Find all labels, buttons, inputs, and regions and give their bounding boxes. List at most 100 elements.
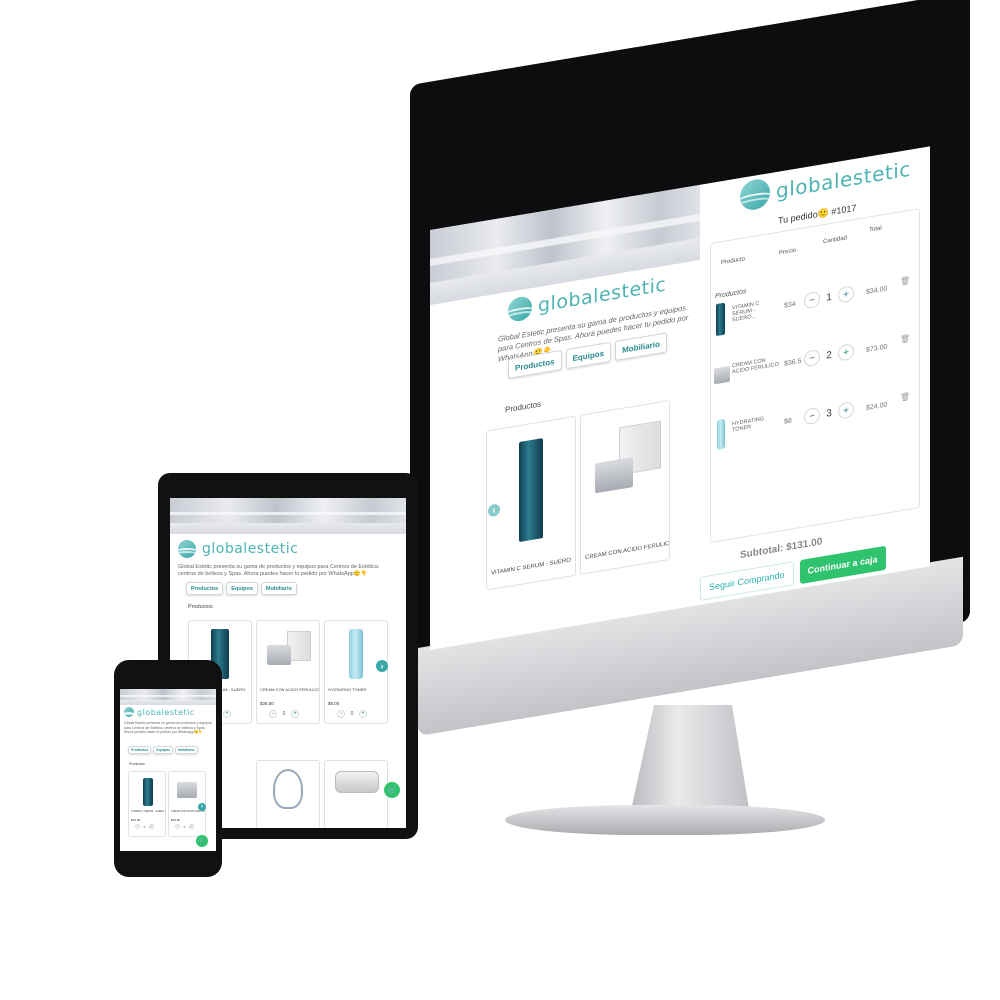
increase-button[interactable]: + — [223, 710, 231, 718]
col-header-producto: Producto — [721, 256, 746, 267]
product-name: VITAMIN C SERUM - SUERO — [491, 557, 571, 577]
store-logo: globalestetic — [178, 540, 298, 558]
product-name: VITAMIN C SERUM - SUERO — [131, 810, 165, 813]
quantity-stepper: − 3 + — [804, 401, 854, 426]
logo-icon — [178, 540, 196, 558]
section-title: Productos — [188, 604, 213, 610]
increase-button[interactable]: + — [838, 343, 854, 362]
product-card[interactable]: HYDRATING TONER $5.00 − 0 + — [324, 620, 388, 724]
equipment-card[interactable] — [256, 760, 320, 828]
quantity-stepper: − 1 + — [804, 285, 854, 310]
quantity-value: 2 — [826, 349, 832, 362]
tab-productos[interactable]: Productos — [128, 746, 152, 754]
quantity-stepper: − 0 + — [269, 710, 299, 718]
increase-button[interactable]: + — [291, 710, 299, 718]
decrease-button[interactable]: − — [804, 290, 820, 310]
col-header-precio: Precio — [779, 247, 797, 257]
product-name: HYDRATING TONER — [328, 687, 367, 692]
tab-equipos[interactable]: Equipos — [226, 582, 258, 595]
decrease-button[interactable]: − — [175, 824, 180, 829]
quantity-stepper: − 0 + — [175, 824, 194, 829]
section-title: Productos — [505, 399, 542, 415]
monitor-base — [505, 805, 825, 835]
tab-mobiliario[interactable]: Mobiliario — [260, 582, 297, 595]
trash-icon[interactable]: 🗑 — [900, 276, 910, 287]
increase-button[interactable]: + — [359, 710, 367, 718]
decrease-button[interactable]: − — [804, 348, 820, 368]
tab-productos[interactable]: Productos — [186, 582, 224, 595]
phone-screen: globalestetic Global Estetic presenta su… — [120, 689, 216, 851]
cart-item-name: HYDRATING TONER — [732, 416, 764, 434]
cream-jar-icon — [595, 457, 633, 494]
cart-item-name: VITAMIN C SERUM - SUERO... — [732, 300, 760, 324]
cream-jar-icon — [177, 782, 197, 798]
device-console-icon — [335, 771, 379, 793]
toner-spray-icon — [717, 418, 725, 450]
tab-mobiliario[interactable]: Mobiliario — [175, 746, 198, 754]
store-intro: Global Estetic presenta su gama de produ… — [124, 721, 212, 734]
cart-item-price: $36.5 — [784, 357, 802, 368]
quantity-stepper: − 2 + — [804, 343, 854, 368]
increase-button[interactable]: + — [149, 824, 154, 829]
product-card[interactable]: CREAM CON ACIDO FERULICO — [580, 399, 670, 575]
equipment-card[interactable] — [324, 760, 388, 828]
category-tabs: Productos Equipos Mobiliario — [128, 746, 198, 754]
logo-icon — [124, 707, 134, 717]
product-price: $5.00 — [328, 701, 340, 706]
store-logo: globalestetic — [124, 707, 195, 717]
quantity-value: 0 — [282, 711, 286, 717]
quantity-stepper: − 0 + — [337, 710, 367, 718]
cart-icon[interactable]: 🛒 — [384, 782, 400, 798]
decrease-button[interactable]: − — [135, 824, 140, 829]
cart-icon[interactable]: 🛒 — [196, 835, 208, 847]
cart-panel: globalestetic Tu pedido🙂 #1017 Producto … — [700, 146, 930, 605]
hero-image — [120, 689, 216, 705]
product-name: CREAM CON ACIDO FERULICO — [585, 540, 670, 562]
product-card[interactable]: VITAMIN C SERUM - SUERO — [486, 415, 576, 591]
logo-icon — [740, 177, 770, 213]
serum-bottle-icon — [143, 778, 153, 806]
cart-item-total: $24.00 — [866, 401, 888, 413]
product-price: $34.00 — [131, 818, 141, 822]
hero-image — [170, 498, 406, 534]
cart-item-name: CREAM CON ACIDO FERULICO — [732, 357, 779, 376]
section-title: Productos — [129, 762, 145, 766]
quantity-value: 0 — [183, 824, 186, 829]
serum-bottle-icon — [519, 438, 543, 543]
decrease-button[interactable]: − — [269, 710, 277, 718]
cart-item-total: $73.00 — [866, 343, 888, 355]
cart-item-price: $8 — [784, 417, 792, 426]
logo-text: globalestetic — [137, 707, 195, 717]
quantity-value: 0 — [143, 824, 146, 829]
product-price: $36.50 — [260, 701, 274, 706]
cart-item-total: $34.00 — [866, 285, 888, 297]
store-intro: Global Estetic presenta su gama de produ… — [178, 564, 380, 577]
quantity-value: 0 — [350, 711, 354, 717]
trash-icon[interactable]: 🗑 — [900, 334, 910, 345]
increase-button[interactable]: + — [838, 401, 854, 420]
cart-item-price: $34 — [784, 300, 796, 310]
increase-button[interactable]: + — [838, 285, 854, 304]
tab-equipos[interactable]: Equipos — [153, 746, 174, 754]
product-card[interactable]: VITAMIN C SERUM - SUERO $34.00 − 0 + — [128, 771, 166, 837]
col-header-total: Total — [869, 225, 882, 234]
product-card[interactable]: CREAM CON ACIDO FERULICO $36.50 − 0 + — [256, 620, 320, 724]
monitor-stand — [630, 705, 750, 815]
logo-icon — [508, 294, 532, 323]
carousel-next-icon[interactable]: › — [376, 660, 388, 672]
carousel-next-icon[interactable]: › — [198, 803, 206, 811]
product-name: CREAM CON ACIDO FERULICO — [260, 687, 320, 692]
trash-icon[interactable]: 🗑 — [900, 392, 910, 403]
decrease-button[interactable]: − — [804, 406, 820, 426]
col-header-cantidad: Cantidad — [823, 235, 848, 246]
quantity-value: 3 — [826, 407, 832, 420]
quantity-stepper: − 0 + — [135, 824, 154, 829]
toner-spray-icon — [349, 629, 363, 679]
logo-text: globalestetic — [202, 541, 299, 557]
category-tabs: Productos Equipos Mobiliario — [186, 582, 297, 595]
decrease-button[interactable]: − — [337, 710, 345, 718]
product-price: $36.50 — [171, 818, 181, 822]
magnifier-lamp-icon — [273, 769, 303, 809]
desktop-screen: globalestetic Global Estetic presenta su… — [430, 146, 930, 651]
increase-button[interactable]: + — [189, 824, 194, 829]
